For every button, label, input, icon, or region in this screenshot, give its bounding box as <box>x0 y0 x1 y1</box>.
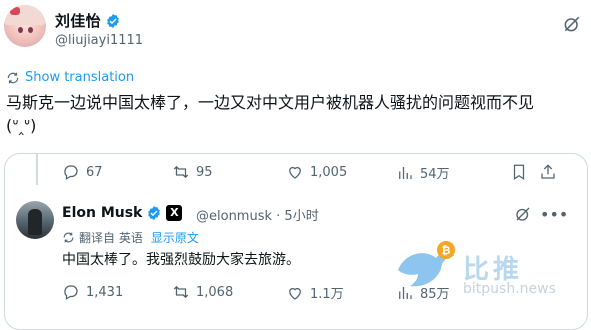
reply-icon <box>64 165 78 180</box>
heart-icon <box>289 287 301 300</box>
post-emoticon: (ᐡ‸ᐡ) <box>6 116 37 135</box>
post-text: 马斯克一边说中国太棒了，一边又对中文用户被机器人骚扰的问题视而不见 <box>6 93 535 112</box>
repost-icon <box>173 285 189 299</box>
like-count: 1,005 <box>310 164 348 180</box>
bird-logo-icon: ₿ <box>398 241 455 287</box>
quoted-repost-count: 1,068 <box>196 284 234 300</box>
show-translation-label: Show translation <box>25 70 135 85</box>
translate-icon <box>63 232 74 243</box>
reply-count: 67 <box>86 164 103 180</box>
translation-info: 翻译自 英语 显示原文 <box>62 229 199 246</box>
quoted-timestamp: · 5小时 <box>276 209 319 224</box>
reply-icon <box>64 285 78 300</box>
repost-button[interactable]: 95 <box>172 163 213 181</box>
bookmark-icon[interactable] <box>510 163 528 181</box>
verified-badge-icon <box>107 13 119 28</box>
show-translation-link[interactable]: Show translation <box>6 70 134 85</box>
views-button[interactable]: 54万 <box>396 163 450 182</box>
quoted-handle-text: @elonmusk <box>196 209 273 224</box>
svg-text:₿: ₿ <box>442 245 451 257</box>
share-icon[interactable] <box>539 163 557 181</box>
quoted-like-count: 1.1万 <box>310 287 344 302</box>
heart-icon <box>289 166 301 179</box>
author-handle[interactable]: @liujiayi1111 <box>55 33 143 48</box>
repost-count: 95 <box>196 164 213 180</box>
more-options-icon[interactable]: ••• <box>540 205 568 224</box>
author-name[interactable]: 刘佳怡 <box>55 10 121 31</box>
quoted-author-handle[interactable]: @elonmusk · 5小时 <box>196 205 319 224</box>
quoted-repost-button[interactable]: 1,068 <box>172 283 233 301</box>
translate-icon <box>7 72 19 83</box>
author-avatar[interactable] <box>4 5 46 47</box>
quoted-post-text: 中国太棒了。我强烈鼓励大家去旅游。 <box>62 252 300 268</box>
grok-icon[interactable] <box>562 14 582 34</box>
quoted-reply-button[interactable]: 1,431 <box>62 283 123 301</box>
reply-button[interactable]: 67 <box>62 163 103 181</box>
quoted-like-button[interactable]: 1.1万 <box>286 283 344 302</box>
views-count: 54万 <box>420 167 450 182</box>
translate-source-label: 翻译自 英语 <box>79 231 143 245</box>
like-button[interactable]: 1,005 <box>286 163 347 181</box>
quoted-author-name-text: Elon Musk <box>62 205 143 221</box>
verified-badge-icon <box>148 206 161 220</box>
grok-icon[interactable] <box>514 205 532 223</box>
watermark-url: bitpush.news <box>463 281 556 297</box>
show-original-link[interactable]: 显示原文 <box>151 229 199 246</box>
elon-avatar[interactable] <box>16 201 54 239</box>
quoted-reply-count: 1,431 <box>86 284 124 300</box>
thread-line <box>36 153 38 185</box>
views-icon <box>399 166 412 179</box>
author-name-text: 刘佳怡 <box>55 12 101 30</box>
quoted-author-name[interactable]: Elon Musk X <box>62 205 183 221</box>
repost-icon <box>173 165 189 179</box>
x-affiliate-icon: X <box>166 205 183 221</box>
